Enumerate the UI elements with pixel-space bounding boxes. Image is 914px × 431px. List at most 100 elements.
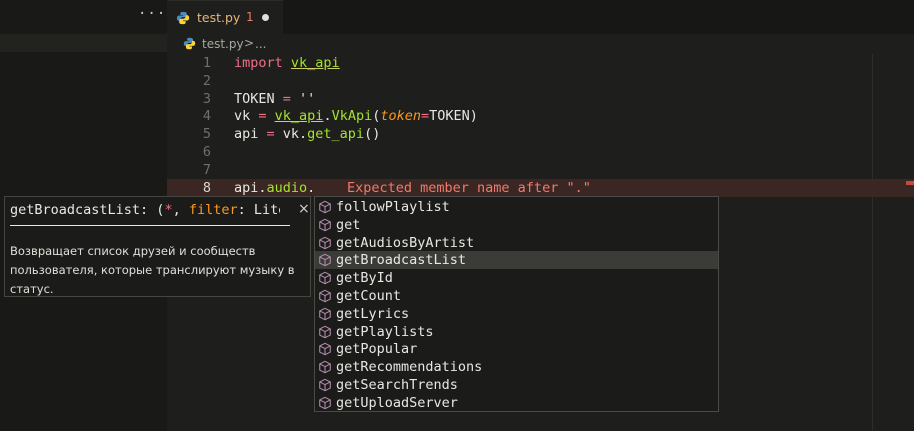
method-cube-icon bbox=[318, 218, 332, 232]
suggestion-item[interactable]: getUploadServer bbox=[315, 394, 718, 412]
code-token: vk_api bbox=[290, 55, 340, 71]
code-text[interactable]: TOKEN = '' bbox=[234, 90, 315, 108]
hover-documentation-widget: getBroadcastList: (*, filter: Liter × Во… bbox=[4, 196, 311, 297]
breadcrumb: test.py > ... bbox=[167, 34, 914, 54]
tab-test-py[interactable]: test.py 1 bbox=[167, 0, 283, 35]
code-token: () bbox=[364, 126, 381, 143]
suggestion-item[interactable]: getAudiosByArtist bbox=[315, 234, 718, 252]
line-number: 6 bbox=[202, 144, 211, 160]
line-number: 3 bbox=[202, 90, 211, 107]
method-cube-icon bbox=[318, 289, 332, 303]
code-text[interactable]: api = vk.get_api() bbox=[234, 125, 380, 143]
signature-rest: : Liter bbox=[237, 202, 280, 218]
code-line[interactable]: 8 api.audio. Expected member name after ".… bbox=[167, 178, 914, 197]
code-token: audio bbox=[266, 179, 308, 196]
inline-error-message: Expected member name after "." bbox=[347, 179, 591, 196]
code-line[interactable]: 7 bbox=[167, 161, 914, 179]
line-number: 7 bbox=[202, 161, 211, 178]
suggestion-label: getById bbox=[336, 270, 393, 287]
code-token: api. bbox=[234, 179, 267, 196]
suggestion-item[interactable]: getBroadcastList bbox=[315, 251, 718, 270]
code-token: vk_api bbox=[274, 108, 324, 125]
code-token: = bbox=[266, 126, 275, 143]
code-line[interactable]: 2 bbox=[167, 72, 914, 90]
breadcrumb-separator: > bbox=[244, 36, 255, 50]
suggestion-item[interactable]: getCount bbox=[315, 287, 718, 305]
tab-filename: test.py bbox=[197, 10, 241, 25]
line-number: 1 bbox=[202, 55, 211, 71]
python-file-icon bbox=[176, 11, 190, 25]
code-token: . bbox=[307, 179, 316, 196]
unsaved-dot-icon[interactable] bbox=[262, 14, 269, 21]
code-token: = bbox=[258, 108, 267, 125]
signature-separator: , bbox=[172, 202, 189, 218]
code-text[interactable]: vk = vk_api.VkApi(token=TOKEN) bbox=[234, 107, 478, 125]
method-cube-icon bbox=[318, 307, 332, 321]
suggestion-item[interactable]: getById bbox=[315, 269, 718, 287]
suggestion-item[interactable]: getPlaylists bbox=[315, 323, 718, 341]
breadcrumb-more[interactable]: ... bbox=[255, 37, 266, 51]
breadcrumb-file[interactable]: test.py bbox=[202, 37, 244, 51]
code-line[interactable]: 1 import vk_api bbox=[167, 54, 914, 72]
problem-count-badge: 1 bbox=[246, 10, 254, 24]
suggestion-item[interactable]: get bbox=[315, 216, 718, 234]
method-cube-icon bbox=[318, 271, 332, 285]
suggestion-label: getBroadcastList bbox=[336, 252, 467, 269]
code-token: TOKEN) bbox=[429, 108, 478, 125]
suggestion-item[interactable]: getLyrics bbox=[315, 305, 718, 323]
more-actions-icon[interactable]: ··· bbox=[138, 6, 166, 22]
code-token: import bbox=[234, 55, 283, 71]
code-line[interactable]: 4 vk = vk_api.VkApi(token=TOKEN) bbox=[167, 107, 914, 125]
code-text[interactable]: api.audio. bbox=[234, 179, 315, 197]
suggestion-item[interactable]: followPlaylist bbox=[315, 198, 718, 216]
suggestion-item[interactable]: getPopular bbox=[315, 340, 718, 358]
suggestion-label: getCount bbox=[336, 288, 402, 304]
signature-star: * bbox=[164, 202, 173, 218]
suggestion-label: getSearchTrends bbox=[336, 377, 458, 393]
suggestion-label: getRecommendations bbox=[336, 359, 483, 376]
signature-param: filter bbox=[188, 202, 238, 218]
line-number: 5 bbox=[202, 126, 211, 143]
suggestion-label: getAudiosByArtist bbox=[336, 234, 475, 251]
python-file-icon bbox=[183, 37, 196, 50]
method-cube-icon bbox=[318, 236, 332, 250]
side-panel-header bbox=[0, 34, 167, 52]
line-number: 2 bbox=[202, 72, 211, 89]
scrollbar-error-marker bbox=[906, 181, 914, 185]
code-token: get_api bbox=[307, 126, 365, 143]
close-icon[interactable]: × bbox=[298, 201, 310, 217]
line-number: 8 bbox=[202, 179, 211, 196]
code-token: . bbox=[323, 108, 332, 125]
code-text[interactable]: import vk_api bbox=[234, 54, 340, 72]
code-line[interactable]: 3 TOKEN = '' bbox=[167, 90, 914, 108]
suggestion-item[interactable]: getRecommendations bbox=[315, 358, 718, 376]
method-cube-icon bbox=[318, 360, 332, 374]
suggestion-label: getUploadServer bbox=[336, 394, 458, 411]
method-cube-icon bbox=[318, 325, 332, 339]
line-number: 4 bbox=[202, 108, 211, 125]
suggestion-label: followPlaylist bbox=[336, 199, 450, 215]
hover-description: Возвращает список друзей и сообществ пол… bbox=[10, 244, 295, 296]
suggestion-list[interactable]: followPlaylist get getAudiosByArtist getBro… bbox=[314, 196, 719, 412]
code-token: = bbox=[421, 108, 430, 125]
code-line[interactable]: 5 api = vk.get_api() bbox=[167, 125, 914, 143]
suggestion-label: getPlaylists bbox=[336, 323, 434, 340]
code-token: '' bbox=[290, 90, 316, 107]
method-cube-icon bbox=[318, 396, 332, 410]
suggestion-item[interactable]: getSearchTrends bbox=[315, 376, 718, 394]
code-token: vk bbox=[234, 108, 259, 125]
code-line[interactable]: 6 bbox=[167, 143, 914, 161]
method-cube-icon bbox=[318, 378, 332, 392]
suggestion-label: getPopular bbox=[336, 341, 418, 358]
suggestion-label: getLyrics bbox=[336, 305, 410, 322]
method-cube-icon bbox=[318, 253, 332, 267]
code-token: token bbox=[380, 108, 422, 125]
signature-name: getBroadcastList: ( bbox=[10, 202, 165, 218]
code-token: api bbox=[234, 126, 267, 143]
code-token: vk. bbox=[274, 126, 308, 143]
method-cube-icon bbox=[318, 200, 332, 214]
hover-divider bbox=[10, 225, 290, 226]
editor-tab-bar: test.py 1 bbox=[167, 0, 914, 35]
